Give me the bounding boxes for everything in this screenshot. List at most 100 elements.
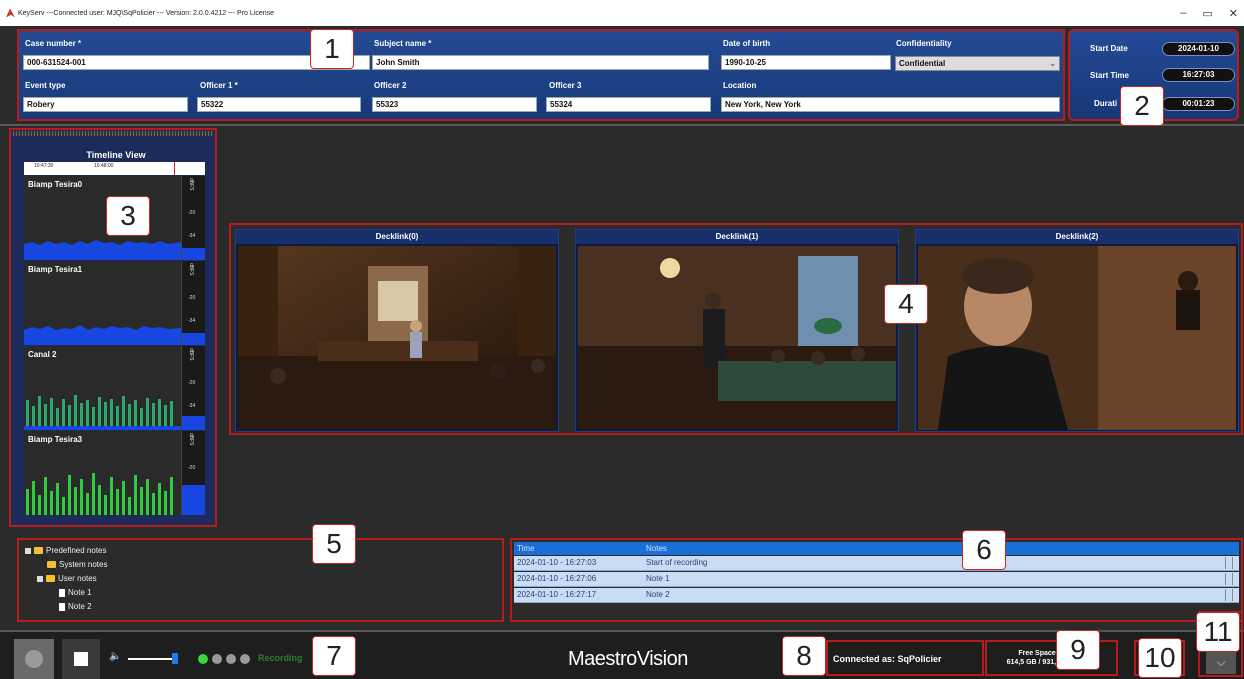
video-feed-title: Decklink(2)	[916, 230, 1238, 244]
table-row[interactable]: 2024-01-10 - 16:27:06 Note 1	[514, 572, 1239, 587]
table-row[interactable]: 2024-01-10 - 16:27:03 Start of recording	[514, 556, 1239, 571]
stop-button[interactable]	[62, 639, 100, 679]
callout-4: 4	[884, 284, 928, 324]
officer2-field[interactable]: 55323	[372, 97, 537, 112]
tree-node-system[interactable]: System notes	[47, 560, 107, 569]
status-led-icon	[212, 654, 222, 664]
row-handle[interactable]	[1225, 557, 1233, 569]
column-header-time: Time	[517, 544, 535, 553]
divider	[0, 124, 1244, 126]
tree-node-predefined[interactable]: Predefined notes	[25, 546, 107, 555]
callout-2: 2	[1120, 86, 1164, 126]
video-feed-1[interactable]: Decklink(1)	[575, 229, 899, 432]
status-led-icon	[240, 654, 250, 664]
dob-field[interactable]: 1990-10-25	[721, 55, 891, 70]
video-feed-0[interactable]: Decklink(0)	[235, 229, 559, 432]
collapse-panel-button[interactable]: ⌵	[1206, 650, 1236, 674]
audio-channel-2: Canal 2 -20 -34 dBFS	[24, 346, 205, 430]
status-led-icon	[198, 654, 208, 664]
dob-label: Date of birth	[723, 39, 771, 48]
officer3-field[interactable]: 55324	[546, 97, 711, 112]
db-tick: -20	[188, 380, 196, 386]
callout-11: 11	[1196, 612, 1240, 652]
maximize-button[interactable]: ▭	[1202, 7, 1212, 20]
folder-icon	[46, 575, 55, 582]
tree-node-note[interactable]: Note 2	[59, 602, 92, 611]
location-field[interactable]: New York, New York	[721, 97, 1060, 112]
notes-tree: Predefined notes System notes User notes…	[17, 538, 504, 622]
start-date-value: 2024-01-10	[1162, 42, 1235, 56]
db-unit: dBFS	[188, 348, 194, 361]
volume-slider-handle[interactable]	[172, 653, 178, 664]
confidentiality-value: Confidential	[899, 59, 946, 68]
courtroom-video-frame	[578, 246, 896, 430]
level-meter: -20 -34 dBFS	[181, 346, 205, 430]
confidentiality-select[interactable]: Confidential ⌄	[895, 56, 1060, 71]
connected-user: Connected as: SqPolicier	[833, 654, 942, 664]
collapse-icon[interactable]	[25, 547, 31, 554]
db-tick: -34	[188, 318, 196, 324]
window-title: KeyServ ---Connected user: MJQ\SqPolicie…	[18, 9, 274, 17]
subject-name-field[interactable]: John Smith	[372, 55, 709, 70]
callout-5: 5	[312, 524, 356, 564]
window-title-bar: KeyServ ---Connected user: MJQ\SqPolicie…	[0, 0, 1244, 26]
officer1-field[interactable]: 55322	[197, 97, 361, 112]
row-time: 2024-01-10 - 16:27:03	[517, 558, 597, 567]
row-time: 2024-01-10 - 16:27:06	[517, 574, 597, 583]
minimize-button[interactable]: –	[1180, 7, 1186, 19]
notes-table: Time Notes 2024-01-10 - 16:27:03 Start o…	[510, 538, 1243, 622]
video-feed-2[interactable]: Decklink(2)	[915, 229, 1239, 432]
recording-status: Recording	[258, 653, 303, 663]
tree-label: User notes	[58, 574, 97, 583]
chevron-down-icon: ⌄	[1049, 59, 1056, 68]
timeline-tick: 10:48:00	[94, 163, 114, 169]
case-number-label: Case number *	[25, 39, 82, 48]
channel-label: Biamp Tesira3	[28, 435, 83, 444]
db-unit: dBFS	[188, 433, 194, 446]
row-handle[interactable]	[1225, 589, 1233, 601]
interview-video-frame	[918, 246, 1236, 430]
row-time: 2024-01-10 - 16:27:17	[517, 590, 597, 599]
row-note: Note 1	[646, 574, 670, 583]
meter-fill	[182, 333, 205, 345]
subject-name-label: Subject name *	[374, 39, 432, 48]
db-unit: dBFS	[188, 178, 194, 191]
officer3-label: Officer 3	[549, 81, 582, 90]
playhead	[174, 162, 175, 175]
tree-node-user[interactable]: User notes	[37, 574, 97, 583]
panel-grip[interactable]	[13, 131, 213, 136]
document-icon	[59, 588, 65, 597]
callout-3: 3	[106, 196, 150, 236]
channel-label: Canal 2	[28, 350, 57, 359]
record-button[interactable]	[14, 639, 54, 679]
folder-icon	[34, 547, 43, 554]
start-time-value: 16:27:03	[1162, 68, 1235, 82]
volume-icon[interactable]: 🔈	[109, 651, 121, 662]
db-tick: -20	[188, 295, 196, 301]
tree-node-note[interactable]: Note 1	[59, 588, 92, 597]
event-type-field[interactable]: Robery	[23, 97, 188, 112]
table-row[interactable]: 2024-01-10 - 16:27:17 Note 2	[514, 588, 1239, 603]
tree-label: Note 2	[68, 602, 92, 611]
row-note: Start of recording	[646, 558, 708, 567]
level-meter: -20 -34 dBFS	[181, 431, 205, 515]
timeline-title: Timeline View	[86, 150, 146, 160]
close-button[interactable]: ✕	[1229, 7, 1238, 20]
duration-value: 00:01:23	[1162, 97, 1235, 111]
callout-8: 8	[782, 636, 826, 676]
callout-1: 1	[310, 29, 354, 69]
db-unit: dBFS	[188, 263, 194, 276]
level-meter: -20 -34 dBFS	[181, 261, 205, 345]
volume-slider[interactable]	[128, 658, 175, 660]
collapse-icon[interactable]	[37, 575, 43, 582]
video-feeds: Decklink(0) Decklink(1) Decklink(2)	[229, 223, 1243, 435]
courtroom-video-frame	[238, 246, 556, 430]
start-time-label: Start Time	[1090, 71, 1129, 80]
status-led-icon	[226, 654, 236, 664]
duration-label: Durati	[1094, 99, 1118, 108]
audio-waveform	[24, 395, 181, 430]
row-handle[interactable]	[1225, 573, 1233, 585]
level-meter: -20 -34 dBFS	[181, 176, 205, 260]
app-logo-icon	[6, 8, 15, 18]
tree-label: Note 1	[68, 588, 92, 597]
